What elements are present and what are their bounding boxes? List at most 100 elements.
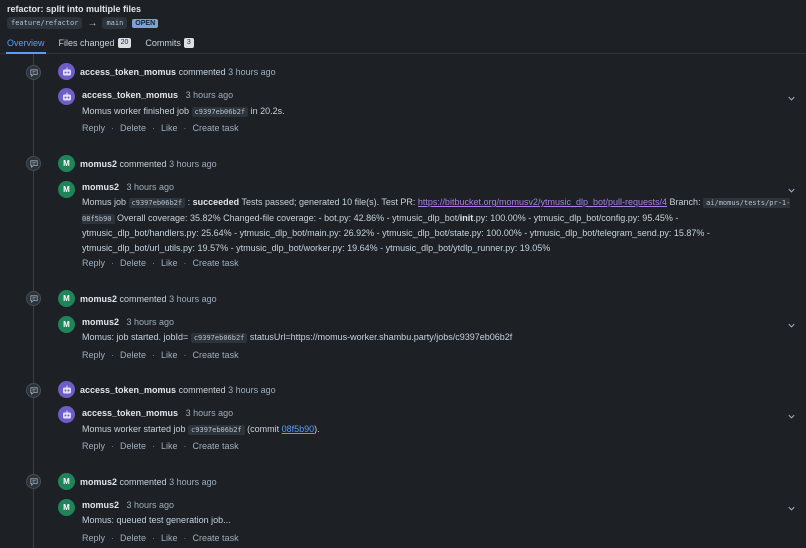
- like-button[interactable]: Like: [161, 533, 178, 543]
- author-name[interactable]: momus2: [82, 500, 119, 510]
- comment-time[interactable]: 3 hours ago: [186, 408, 234, 418]
- comment-time[interactable]: 3 hours ago: [127, 317, 175, 327]
- tab-count: 3: [183, 38, 194, 48]
- create-task-button[interactable]: Create task: [193, 441, 239, 451]
- comment-activity-icon: [26, 383, 41, 398]
- avatar[interactable]: M: [58, 499, 75, 516]
- delete-button[interactable]: Delete: [120, 350, 146, 360]
- reply-button[interactable]: Reply: [82, 258, 105, 268]
- comment-time[interactable]: 3 hours ago: [127, 182, 175, 192]
- comment-time[interactable]: 3 hours ago: [186, 90, 234, 100]
- delete-button[interactable]: Delete: [120, 123, 146, 133]
- body-text: Tests passed; generated 10 file(s). Test…: [239, 197, 418, 207]
- branch-row: feature/refactor → main OPEN: [7, 17, 159, 29]
- reply-button[interactable]: Reply: [82, 123, 105, 133]
- author-name[interactable]: access_token_momus: [82, 90, 178, 100]
- delete-button[interactable]: Delete: [120, 441, 146, 451]
- chevron-down-icon[interactable]: [787, 504, 796, 513]
- robot-avatar-icon[interactable]: [58, 88, 75, 105]
- comment-body: Momus worker finished job c9397eb06b2f i…: [82, 104, 794, 120]
- body-text: Momus job: [82, 197, 129, 207]
- author-name[interactable]: momus2: [82, 182, 119, 192]
- separator: ·: [111, 123, 115, 133]
- create-task-button[interactable]: Create task: [193, 350, 239, 360]
- chevron-down-icon[interactable]: [787, 412, 796, 421]
- status-text: succeeded: [192, 197, 240, 207]
- comment-header: momus2 3 hours ago: [82, 182, 174, 192]
- body-text: Momus: queued test generation job...: [82, 515, 231, 525]
- tab-commits[interactable]: Commits 3: [138, 38, 200, 54]
- author-name[interactable]: momus2: [82, 317, 119, 327]
- robot-avatar-icon[interactable]: [58, 381, 75, 398]
- tab-files-changed[interactable]: Files changed 20: [52, 38, 139, 54]
- activity-verb: commented: [119, 294, 167, 304]
- init-text: init: [459, 212, 474, 223]
- comment-header: access_token_momus 3 hours ago: [82, 90, 233, 100]
- status-badge: OPEN: [132, 18, 159, 28]
- body-text: statusUrl=https://momus-worker.shambu.pa…: [247, 332, 513, 342]
- activity-summary: access_token_momus commented 3 hours ago: [80, 385, 276, 395]
- body-text: (commit: [244, 424, 282, 434]
- activity-time: 3 hours ago: [169, 294, 217, 304]
- separator: ·: [183, 441, 187, 451]
- comment-actions: Reply · Delete · Like · Create task: [82, 533, 239, 543]
- chevron-down-icon[interactable]: [787, 94, 796, 103]
- activity-time: 3 hours ago: [228, 385, 276, 395]
- avatar[interactable]: M: [58, 473, 75, 490]
- like-button[interactable]: Like: [161, 258, 178, 268]
- avatar[interactable]: M: [58, 155, 75, 172]
- comment-header: access_token_momus 3 hours ago: [82, 408, 233, 418]
- job-id-code: c9397eb06b2f: [128, 198, 186, 208]
- comment-activity-icon: [26, 291, 41, 306]
- separator: ·: [111, 350, 115, 360]
- activity-verb: commented: [178, 67, 226, 77]
- robot-avatar-icon[interactable]: [58, 63, 75, 80]
- body-text: Overall coverage: 35.82% Changed-file co…: [114, 212, 460, 223]
- comment-header: momus2 3 hours ago: [82, 500, 174, 510]
- reply-button[interactable]: Reply: [82, 441, 105, 451]
- separator: ·: [183, 350, 187, 360]
- body-text: Momus: job started. jobId=: [82, 332, 191, 342]
- like-button[interactable]: Like: [161, 441, 178, 451]
- comment-time[interactable]: 3 hours ago: [127, 500, 175, 510]
- reply-button[interactable]: Reply: [82, 350, 105, 360]
- like-button[interactable]: Like: [161, 350, 178, 360]
- body-text: :: [185, 197, 193, 207]
- create-task-button[interactable]: Create task: [193, 533, 239, 543]
- chevron-down-icon[interactable]: [787, 321, 796, 330]
- separator: ·: [111, 533, 115, 543]
- comment-activity-icon: [26, 474, 41, 489]
- create-task-button[interactable]: Create task: [193, 258, 239, 268]
- separator: ·: [152, 350, 156, 360]
- chevron-down-icon[interactable]: [787, 186, 796, 195]
- test-pr-link[interactable]: https://bitbucket.org/momusv2/ytmusic_dl…: [418, 197, 667, 207]
- avatar[interactable]: M: [58, 316, 75, 333]
- comment-actions: Reply · Delete · Like · Create task: [82, 123, 239, 133]
- separator: ·: [152, 441, 156, 451]
- target-branch[interactable]: main: [102, 17, 128, 29]
- create-task-button[interactable]: Create task: [193, 123, 239, 133]
- activity-verb: commented: [119, 159, 167, 169]
- comment-header: momus2 3 hours ago: [82, 317, 174, 327]
- tab-overview[interactable]: Overview: [0, 38, 52, 54]
- activity-verb: commented: [119, 477, 167, 487]
- reply-button[interactable]: Reply: [82, 533, 105, 543]
- author-name[interactable]: momus2: [80, 477, 117, 487]
- author-name[interactable]: access_token_momus: [80, 67, 176, 77]
- avatar[interactable]: M: [58, 290, 75, 307]
- author-name[interactable]: access_token_momus: [80, 385, 176, 395]
- like-button[interactable]: Like: [161, 123, 178, 133]
- robot-avatar-icon[interactable]: [58, 406, 75, 423]
- delete-button[interactable]: Delete: [120, 258, 146, 268]
- job-id-code: c9397eb06b2f: [190, 333, 248, 343]
- author-name[interactable]: access_token_momus: [82, 408, 178, 418]
- author-name[interactable]: momus2: [80, 294, 117, 304]
- delete-button[interactable]: Delete: [120, 533, 146, 543]
- comment-activity-icon: [26, 156, 41, 171]
- separator: ·: [152, 258, 156, 268]
- source-branch[interactable]: feature/refactor: [7, 17, 83, 29]
- author-name[interactable]: momus2: [80, 159, 117, 169]
- avatar[interactable]: M: [58, 181, 75, 198]
- tab-label: Commits: [145, 38, 181, 48]
- commit-link[interactable]: 08f5b90: [282, 424, 315, 434]
